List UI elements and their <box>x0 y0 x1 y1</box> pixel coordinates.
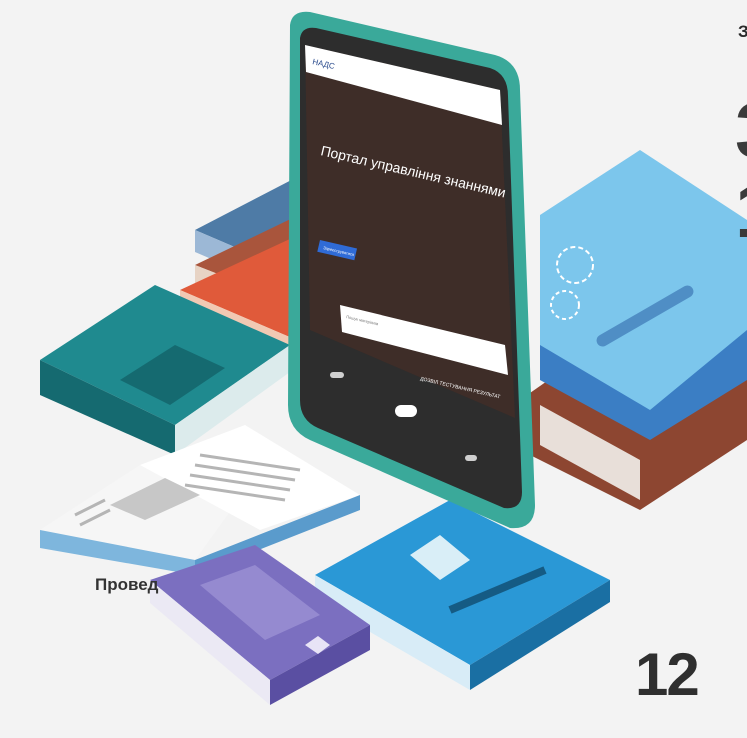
big-char-1: 3 <box>735 85 747 176</box>
open-book <box>40 425 360 575</box>
page-number: 12 <box>635 641 700 708</box>
illustration-stage: НАДС Портал управління знаннями Зареєстр… <box>0 0 747 733</box>
tablet-device: НАДС Портал управління знаннями Зареєстр… <box>288 11 535 529</box>
book-stack-right <box>520 150 747 510</box>
tablet-back-button[interactable] <box>330 372 344 378</box>
big-char-2: 1 <box>735 165 747 256</box>
book-blue <box>315 500 610 690</box>
left-caption: Провед <box>95 575 159 594</box>
tablet-menu-button[interactable] <box>465 455 477 461</box>
top-letter: З <box>738 22 747 41</box>
books-tablet-illustration: НАДС Портал управління знаннями Зареєстр… <box>40 11 747 705</box>
tablet-home-button[interactable] <box>395 405 417 417</box>
